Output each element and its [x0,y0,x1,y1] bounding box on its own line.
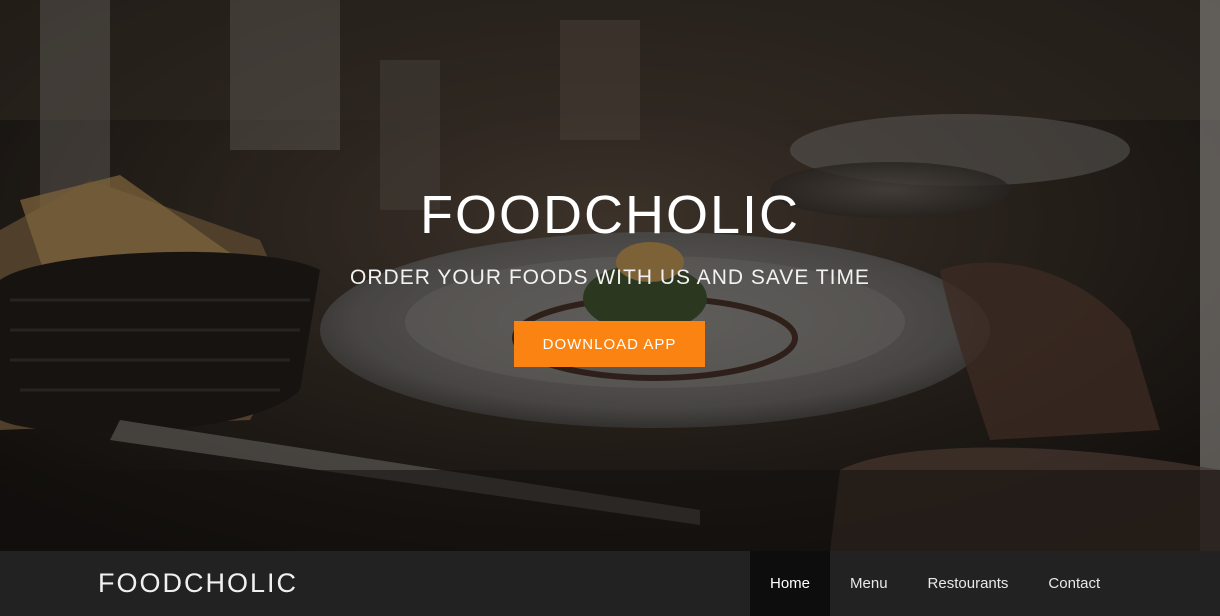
nav-menu: Home Menu Restourants Contact [750,551,1120,616]
brand-logo-text[interactable]: FOODCHOLIC [98,551,298,616]
hero-content: FOODCHOLIC ORDER YOUR FOODS WITH US AND … [0,0,1220,551]
hero-title: FOODCHOLIC [419,185,801,245]
nav-item-home[interactable]: Home [750,551,831,616]
nav-item-restourants[interactable]: Restourants [908,551,1029,616]
hero-section: FOODCHOLIC ORDER YOUR FOODS WITH US AND … [0,0,1220,551]
bottom-navbar: FOODCHOLIC Home Menu Restourants Contact [0,551,1220,616]
nav-item-contact[interactable]: Contact [1028,551,1120,616]
hero-subtitle: ORDER YOUR FOODS WITH US AND SAVE TIME [350,266,870,289]
download-app-button[interactable]: DOWNLOAD APP [514,321,705,367]
nav-item-menu[interactable]: Menu [830,551,908,616]
